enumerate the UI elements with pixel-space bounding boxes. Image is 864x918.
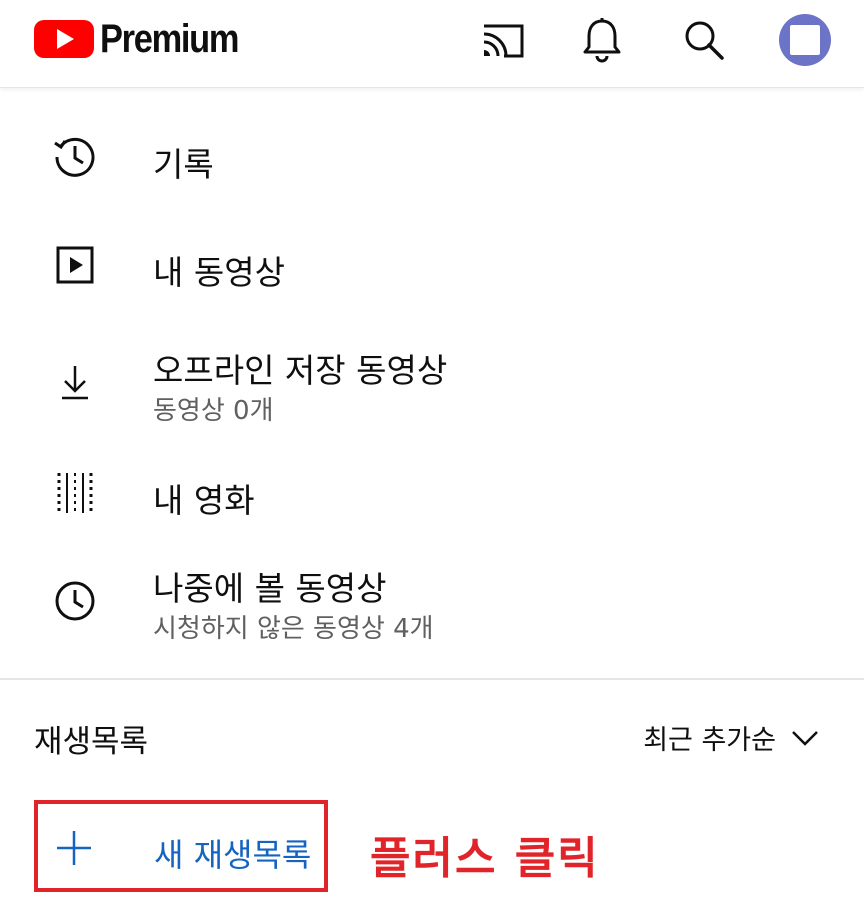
film-icon: [50, 468, 100, 518]
chevron-down-icon: [790, 723, 820, 753]
youtube-premium-logo[interactable]: Premium: [34, 16, 261, 61]
download-icon: [50, 358, 100, 408]
menu-label: 내 동영상: [153, 253, 285, 292]
menu-sublabel: 동영상 0개: [153, 396, 274, 426]
annotation-text: 플러스 클릭: [370, 833, 600, 884]
account-avatar[interactable]: [779, 14, 831, 66]
bell-icon[interactable]: [576, 14, 628, 66]
new-playlist-label: 새 재생목록: [154, 836, 312, 874]
section-divider: [0, 678, 864, 680]
app-header: Premium: [0, 0, 864, 88]
logo-text: Premium: [100, 16, 239, 61]
new-playlist-button[interactable]: 새 재생목록: [34, 800, 328, 892]
menu-item-watch-later[interactable]: 나중에 볼 동영상 시청하지 않은 동영상 4개: [0, 550, 864, 654]
avatar-image: [790, 25, 820, 55]
menu-item-downloads[interactable]: 오프라인 저장 동영상 동영상 0개: [0, 330, 864, 434]
cast-icon[interactable]: [476, 14, 528, 66]
plus-icon: [56, 830, 92, 866]
sort-label: 최근 추가순: [643, 725, 776, 756]
clock-icon: [50, 576, 100, 626]
menu-sublabel: 시청하지 않은 동영상 4개: [153, 614, 434, 644]
search-icon[interactable]: [678, 14, 730, 66]
youtube-logo-icon: [34, 19, 94, 59]
play-square-icon: [50, 240, 100, 290]
menu-label: 오프라인 저장 동영상: [153, 351, 448, 390]
menu-label: 기록: [153, 145, 214, 184]
menu-label: 나중에 볼 동영상: [153, 569, 387, 608]
playlists-heading: 재생목록: [34, 724, 149, 760]
menu-item-my-movies[interactable]: 내 영화: [0, 442, 864, 546]
menu-item-my-videos[interactable]: 내 동영상: [0, 214, 864, 318]
menu-item-history[interactable]: 기록: [0, 106, 864, 210]
sort-dropdown[interactable]: 최근 추가순: [643, 718, 820, 757]
history-icon: [50, 132, 100, 182]
menu-label: 내 영화: [153, 481, 255, 520]
